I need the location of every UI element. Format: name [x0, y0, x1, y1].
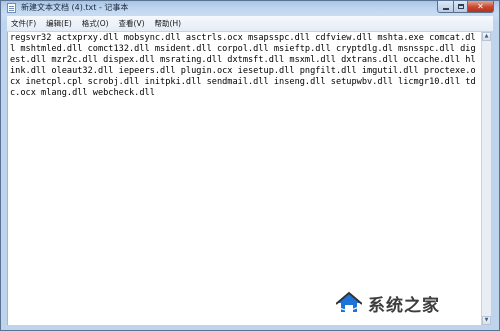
scroll-down-icon[interactable]: ▼: [482, 316, 491, 325]
editor-content[interactable]: regsvr32 actxprxy.dll mobsync.dll asctrl…: [10, 33, 480, 99]
menu-view[interactable]: 查看(V): [114, 17, 150, 30]
menu-file[interactable]: 文件(F): [7, 17, 41, 30]
scroll-up-icon[interactable]: ▲: [482, 32, 491, 41]
maximize-button[interactable]: [453, 1, 467, 13]
notepad-icon[interactable]: [7, 3, 16, 13]
watermark-text: 系统之家: [368, 295, 440, 316]
watermark: 系统之家: [335, 286, 440, 320]
menu-help[interactable]: 帮助(H): [150, 17, 187, 30]
caption-buttons: ✕: [437, 1, 494, 14]
text-editor[interactable]: regsvr32 actxprxy.dll mobsync.dll asctrl…: [7, 32, 484, 325]
menu-format[interactable]: 格式(O): [77, 17, 114, 30]
menu-bar: 文件(F) 编辑(E) 格式(O) 查看(V) 帮助(H): [7, 16, 493, 32]
maximize-icon: [457, 4, 464, 9]
house-logo-icon: [335, 291, 363, 315]
vertical-scrollbar[interactable]: ▲ ▼: [481, 32, 491, 325]
close-button[interactable]: ✕: [467, 1, 494, 13]
notepad-window: 新建文本文档 (4).txt - 记事本 ✕ 文件(F) 编辑(E) 格式(O)…: [0, 0, 500, 331]
minimize-icon: [442, 7, 449, 10]
window-title: 新建文本文档 (4).txt - 记事本: [21, 3, 129, 12]
minimize-button[interactable]: [437, 1, 453, 13]
close-icon: ✕: [477, 1, 484, 11]
title-bar[interactable]: 新建文本文档 (4).txt - 记事本 ✕: [1, 1, 499, 15]
menu-edit[interactable]: 编辑(E): [41, 17, 77, 30]
